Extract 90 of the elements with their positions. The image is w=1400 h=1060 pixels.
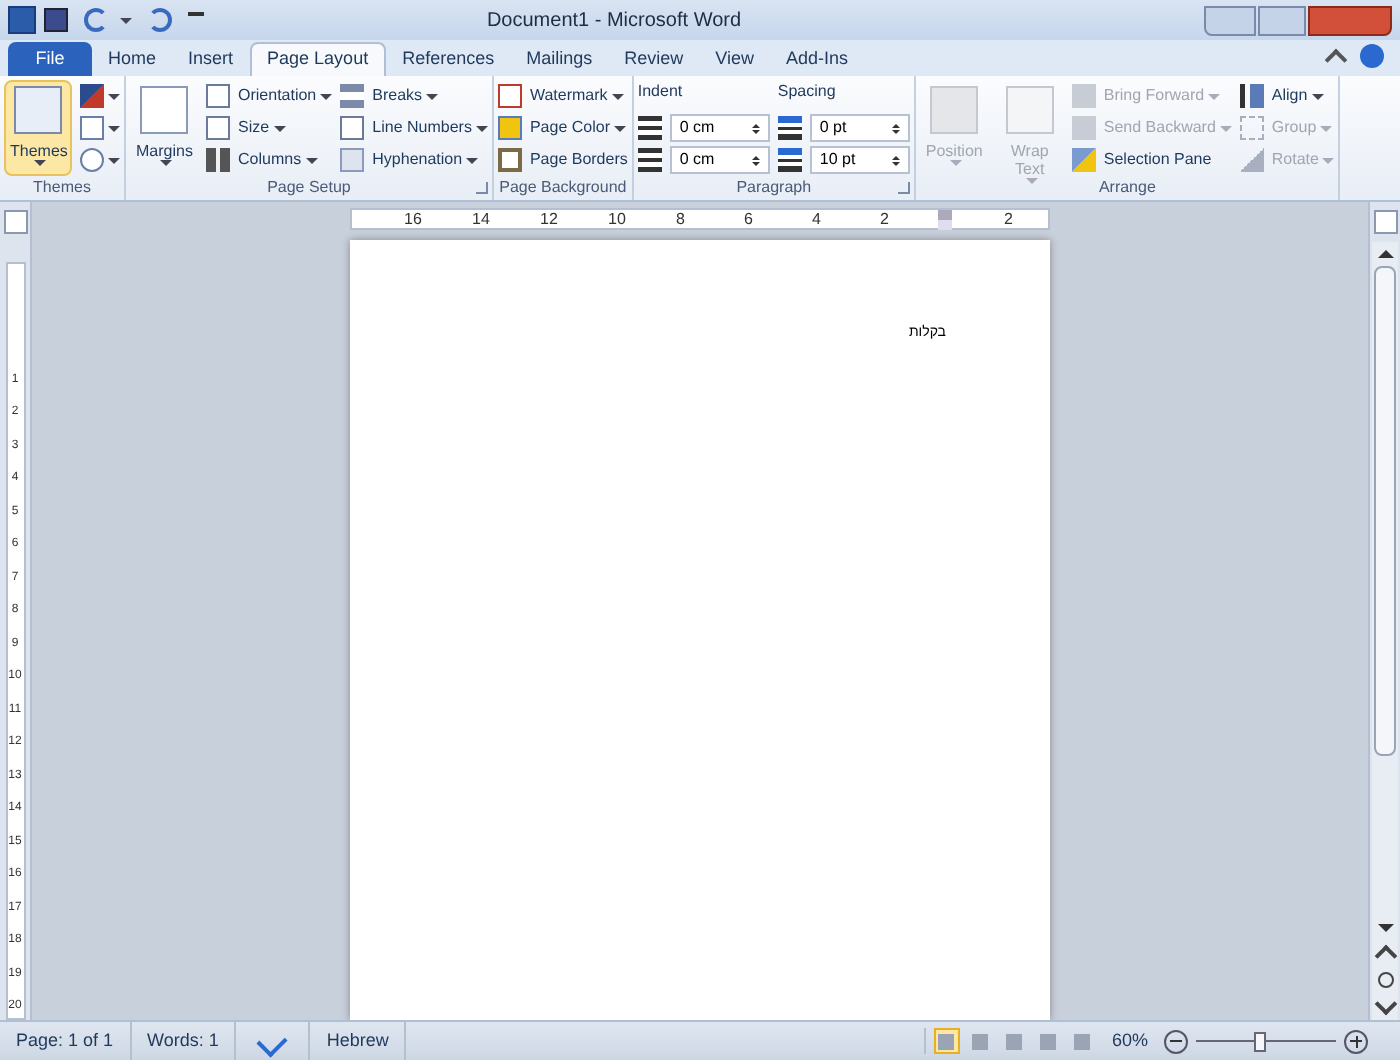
scroll-up-icon[interactable] [1377,250,1393,258]
caret-icon [120,17,132,23]
ribbon-button[interactable]: Watermark [497,80,628,112]
group-label: Page Setup [267,176,351,200]
spin-arrows-icon [891,123,900,133]
ribbon-button[interactable]: Size [206,112,333,144]
vertical-scrollbar[interactable] [1372,242,1398,1020]
ribbon-tab[interactable]: Review [608,42,700,76]
close-button[interactable] [1308,5,1392,35]
field-heading: Spacing [777,80,838,104]
dialog-launcher-icon[interactable] [475,182,488,194]
status-text[interactable]: Words: 1 [147,1027,219,1055]
zoom-level[interactable]: 60% [1111,1027,1148,1055]
file-tab[interactable]: File [8,42,92,76]
spin-field[interactable]: 0 pt [809,114,910,142]
spin-arrows-icon [751,123,760,133]
group-label: Paragraph [736,176,812,200]
ribbon-icon-button[interactable] [80,80,120,112]
ribbon-button[interactable]: Page Color [497,112,628,144]
ruler-number: 2 [880,210,889,230]
page-borders-icon [497,148,522,172]
ruler-number: 10 [608,210,626,230]
color-swatch-icon [80,84,104,108]
ruler-number: 8 [676,210,685,230]
field-heading: Indent [637,80,685,104]
maximize-button[interactable] [1258,5,1306,35]
ruler-number: 4 [812,210,821,230]
redo-icon[interactable] [148,8,172,32]
ribbon-button[interactable]: Columns [206,144,333,176]
ruler-number: 14 [472,210,490,230]
ruler-number: 12 [540,210,558,230]
status-text[interactable]: Hebrew [326,1027,389,1055]
minus-icon [1170,1040,1182,1042]
hyphenation-icon [340,148,365,172]
help-icon[interactable] [1360,44,1384,68]
zoom-out-button[interactable] [1164,1029,1188,1053]
ribbon-tab[interactable]: View [699,42,770,76]
ribbon-tab[interactable]: Mailings [510,42,609,76]
ribbon-tab[interactable]: Insert [172,42,250,76]
scroll-thumb[interactable] [1374,266,1396,756]
group-label: Themes [33,176,91,200]
group-icon [1239,116,1264,140]
ribbon-button[interactable]: Page Borders [497,144,628,176]
ribbon-large-button[interactable]: Themes [4,80,72,176]
spin-field[interactable]: 0 cm [669,146,770,174]
watermark-icon [497,84,522,108]
group-label: Arrange [1098,176,1156,200]
status-text[interactable]: Page: 1 of 1 [16,1027,114,1055]
group-label: Page Background [499,176,627,200]
zoom-slider[interactable] [1196,1029,1336,1053]
ribbon-tab[interactable]: Page Layout [249,42,387,76]
ribbon-button[interactable]: Align [1239,80,1335,112]
ribbon-large-button[interactable]: Margins [130,80,198,176]
effects-icon [80,148,104,172]
ruler-number: 6 [744,210,753,230]
undo-icon[interactable] [84,8,108,32]
indent-icon [637,148,662,172]
ruler-number: 16 [404,210,422,230]
spacing-icon [777,116,802,140]
ribbon-icon-button[interactable] [80,144,120,176]
zoom-thumb[interactable] [1253,1031,1265,1051]
zoom-in-button[interactable] [1344,1029,1368,1053]
align-icon [1239,84,1264,108]
dialog-launcher-icon[interactable] [897,182,910,194]
ribbon-button[interactable]: Hyphenation [340,144,488,176]
spacing-icon [777,148,802,172]
ribbon-button[interactable]: Orientation [206,80,333,112]
window-title: Document1 - Microsoft Word [484,7,744,35]
spin-arrows-icon [751,155,760,165]
spin-field[interactable]: 10 pt [809,146,910,174]
ribbon-tab[interactable]: Add-Ins [770,42,865,76]
ribbon-button[interactable]: Breaks [340,80,488,112]
indent-marker-icon[interactable] [938,210,952,230]
ribbon-tab[interactable]: References [386,42,511,76]
spin-field[interactable]: 0 cm [669,114,770,142]
columns-icon [206,148,230,172]
ribbon-icon-button[interactable] [80,112,120,144]
ruler-number: 2 [1004,210,1013,230]
minimize-button[interactable] [1204,5,1256,35]
breaks-icon [340,84,365,108]
ribbon-tab[interactable]: Home [92,42,173,76]
selection-pane-icon [1071,148,1096,172]
browse-object-icon[interactable] [1377,972,1393,988]
themes-icon [14,86,62,134]
spin-arrows-icon [891,155,900,165]
page-color-icon [497,116,522,140]
indent-icon [637,116,662,140]
scroll-down-icon[interactable] [1377,924,1393,932]
ribbon-button[interactable]: Selection Pane [1071,144,1232,176]
ribbon-button[interactable]: Line Numbers [340,112,488,144]
